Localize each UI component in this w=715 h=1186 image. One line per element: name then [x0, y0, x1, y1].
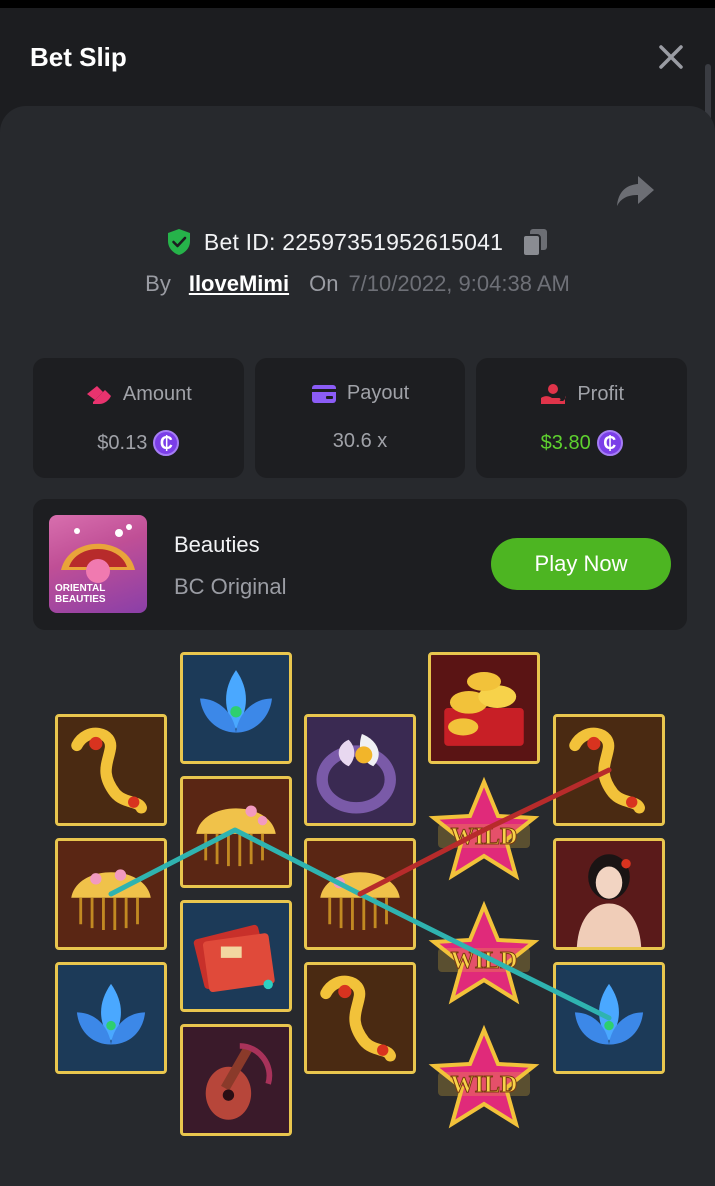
amount-value: $0.13 [97, 431, 148, 454]
bet-stats: Amount $0.13 ₵ Payout 30.6 x Profit $3.8… [33, 358, 688, 478]
close-icon[interactable] [652, 38, 690, 76]
game-provider: BC Original [174, 574, 287, 599]
profit-hand-icon [541, 384, 566, 404]
copy-icon[interactable] [521, 227, 549, 257]
comb-tile [180, 776, 292, 888]
payout-card: Payout 30.6 x [254, 358, 466, 478]
gold-ingots-tile [428, 652, 540, 764]
payout-value: 30.6 x [332, 430, 388, 452]
coin-icon: ₵ [153, 430, 180, 456]
profit-label: Profit [577, 382, 625, 405]
thumbnail-caption-line1: ORIENTAL [55, 583, 106, 594]
wild-label: WILD [451, 1072, 518, 1098]
comb-tile [55, 838, 167, 950]
lotus-ring-tile [304, 714, 416, 826]
shield-check-icon [167, 229, 190, 255]
lotus-tile [180, 652, 292, 764]
wild-star-symbol: WILD [428, 776, 540, 888]
comb-tile [304, 838, 416, 950]
coin-icon: ₵ [596, 430, 623, 456]
book-tile [180, 900, 292, 1012]
bet-id: Bet ID: 22597351952615041 [203, 228, 504, 255]
game-name: Beauties [174, 532, 260, 557]
username-link[interactable]: IloveMimi [189, 271, 289, 297]
lotus-tile [55, 962, 167, 1074]
amount-label: Amount [122, 382, 192, 405]
ruyi-scepter-tile [553, 714, 665, 826]
by-label: By [145, 271, 171, 296]
wild-star-symbol: WILD [428, 900, 540, 1012]
bet-datetime: 7/10/2022, 9:04:38 AM [348, 271, 570, 296]
pipa-instrument-tile [180, 1024, 292, 1136]
beauty-portrait-tile [553, 838, 665, 950]
page-title: Bet Slip [30, 42, 127, 72]
lotus-tile [553, 962, 665, 1074]
share-icon[interactable] [614, 172, 656, 210]
game-card: ORIENTAL BEAUTIES Beauties BC Original P… [33, 499, 687, 630]
header: Bet Slip [0, 8, 715, 108]
bet-id-row: Bet ID: 22597351952615041 [0, 222, 715, 262]
wild-label: WILD [451, 824, 518, 850]
ruyi-scepter-tile [304, 962, 416, 1074]
slot-result-grid: WILD WILD WILD [0, 640, 715, 1160]
amount-icon [86, 386, 111, 404]
bet-meta-row: By IloveMimi On 7/10/2022, 9:04:38 AM [0, 268, 715, 300]
thumbnail-caption-line2: BEAUTIES [55, 594, 106, 605]
payout-card-icon [311, 384, 336, 403]
payout-label: Payout [346, 382, 410, 404]
on-label: On [309, 271, 339, 296]
thumbnail-caption: ORIENTAL BEAUTIES [55, 583, 106, 605]
amount-card: Amount $0.13 ₵ [33, 358, 244, 478]
play-now-button[interactable]: Play Now [491, 538, 671, 590]
ruyi-scepter-tile [55, 714, 167, 826]
wild-star-symbol: WILD [428, 1024, 540, 1136]
profit-value: $3.80 [540, 431, 591, 454]
game-thumbnail[interactable]: ORIENTAL BEAUTIES [49, 515, 147, 613]
profit-card: Profit $3.80 ₵ [476, 358, 688, 478]
wild-label: WILD [451, 948, 518, 974]
top-bar [0, 0, 715, 8]
